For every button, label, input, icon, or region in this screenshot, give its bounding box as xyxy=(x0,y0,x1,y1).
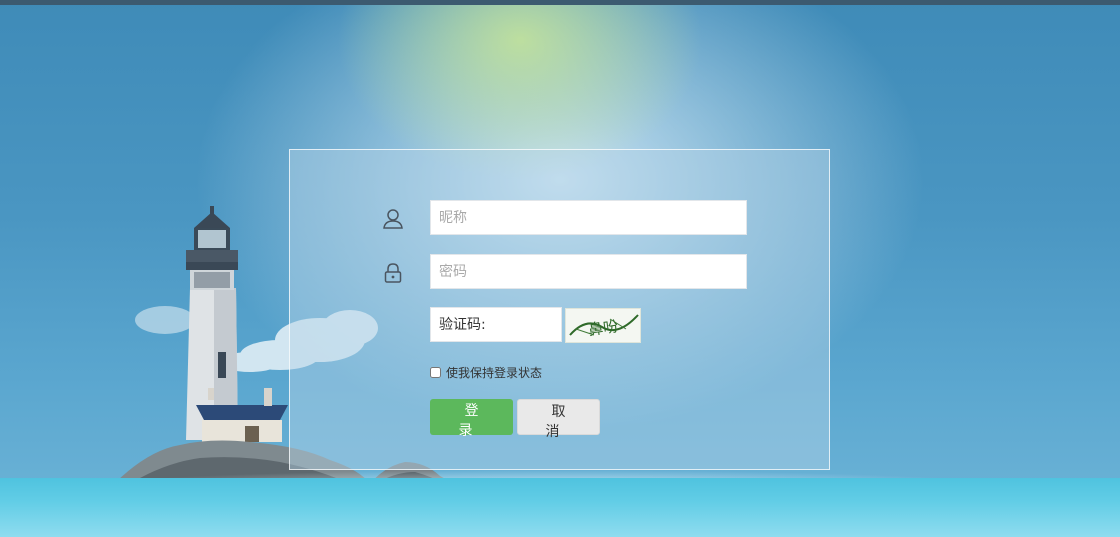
remember-label: 使我保持登录状态 xyxy=(446,365,543,380)
captcha-graphic: 鼻吩 xyxy=(569,314,639,339)
captcha-input[interactable] xyxy=(430,307,562,342)
lighthouse-shape xyxy=(186,206,238,440)
login-button[interactable]: 登 录 xyxy=(430,399,513,439)
remember-checkbox[interactable] xyxy=(430,366,441,378)
lock-icon xyxy=(382,262,404,284)
user-icon xyxy=(382,208,404,230)
nickname-input[interactable] xyxy=(430,200,747,235)
remember-row: 使我保持登录状态 xyxy=(430,364,542,380)
cancel-button[interactable]: 取 消 xyxy=(517,399,600,440)
password-input[interactable] xyxy=(430,254,747,289)
cloud-shape xyxy=(135,306,195,334)
house-shape xyxy=(196,388,288,442)
sea xyxy=(0,478,1120,537)
captcha-image[interactable]: 鼻吩 xyxy=(565,308,641,343)
captcha-text: 鼻吩 xyxy=(587,317,619,339)
